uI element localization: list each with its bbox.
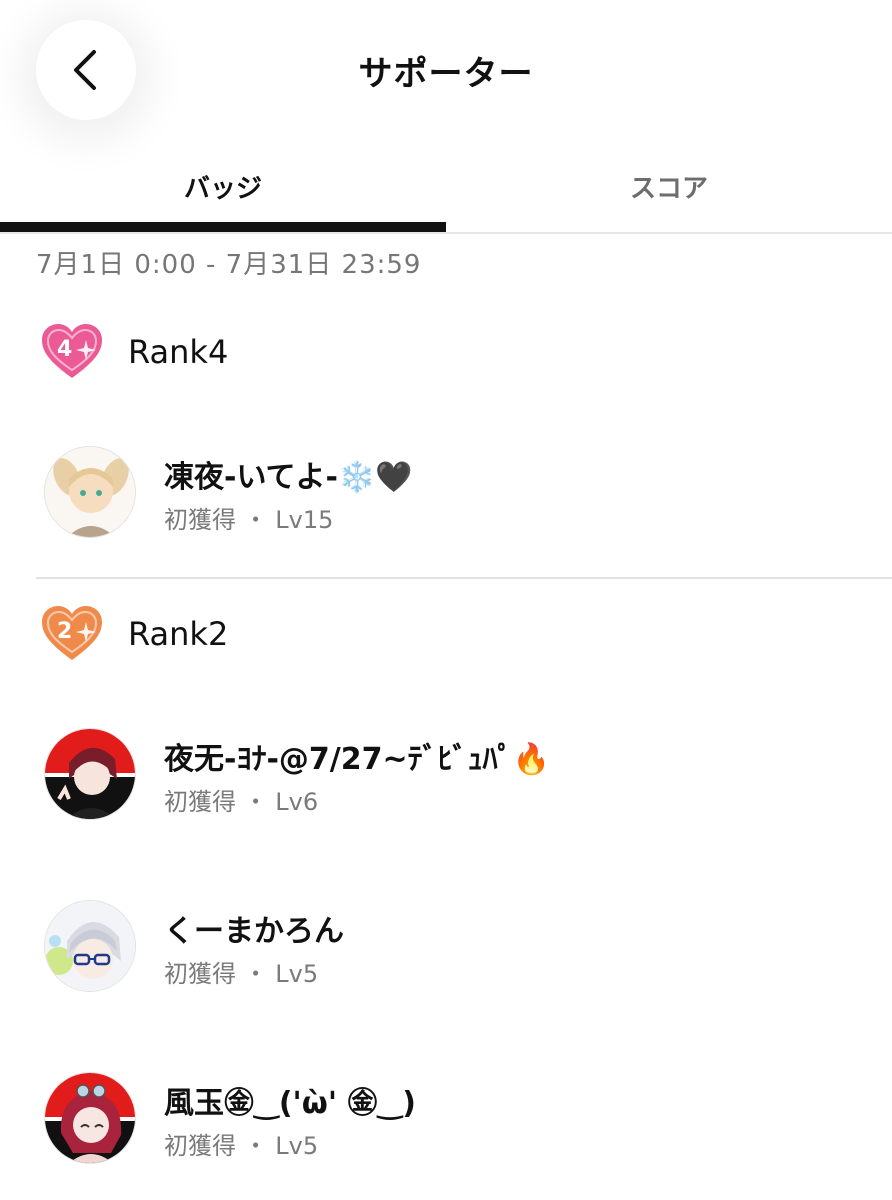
heart-badge-icon: 2 <box>42 606 102 660</box>
supporter-row[interactable]: 凍夜-いてよ-❄️🖤 初獲得 ・ Lv15 <box>44 446 864 542</box>
avatar <box>44 728 136 820</box>
avatar <box>44 446 136 538</box>
rank-number: 4 <box>57 337 72 362</box>
supporter-name: 風玉㊎‿('ὼ' ㊎‿) <box>164 1086 416 1121</box>
supporter-meta: 初獲得 ・ Lv6 <box>164 788 319 816</box>
rank-label: Rank2 <box>128 615 229 653</box>
active-tab-indicator <box>0 222 446 232</box>
supporter-meta: 初獲得 ・ Lv15 <box>164 506 334 534</box>
page-title: サポーター <box>358 54 534 94</box>
section-divider <box>36 577 892 579</box>
avatar <box>44 900 136 992</box>
app-header: サポーター <box>0 0 892 150</box>
rank-number: 2 <box>57 619 72 644</box>
supporter-row[interactable]: 風玉㊎‿('ὼ' ㊎‿) 初獲得 ・ Lv5 <box>44 1072 864 1168</box>
tab-bar: バッジ スコア <box>0 160 892 234</box>
supporter-row[interactable]: くーまかろん 初獲得 ・ Lv5 <box>44 900 864 996</box>
supporter-meta: 初獲得 ・ Lv5 <box>164 1132 319 1160</box>
rank-label: Rank4 <box>128 333 229 371</box>
tab-score[interactable]: スコア <box>446 160 892 232</box>
rank-header-rank2: 2 Rank2 <box>40 602 228 666</box>
rank-header-rank4: 4 Rank4 <box>40 320 228 384</box>
supporter-name: 夜无-ﾖﾅ-@7/27~ﾃﾞﾋﾞｭﾊﾟ🔥 <box>164 742 550 777</box>
supporter-name: 凍夜-いてよ-❄️🖤 <box>164 460 413 495</box>
supporter-meta: 初獲得 ・ Lv5 <box>164 960 319 988</box>
supporter-row[interactable]: 夜无-ﾖﾅ-@7/27~ﾃﾞﾋﾞｭﾊﾟ🔥 初獲得 ・ Lv6 <box>44 728 864 824</box>
date-range: 7月1日 0:00 - 7月31日 23:59 <box>36 250 422 280</box>
supporter-name: くーまかろん <box>164 914 344 949</box>
avatar <box>44 1072 136 1164</box>
heart-badge-icon: 4 <box>42 324 102 378</box>
